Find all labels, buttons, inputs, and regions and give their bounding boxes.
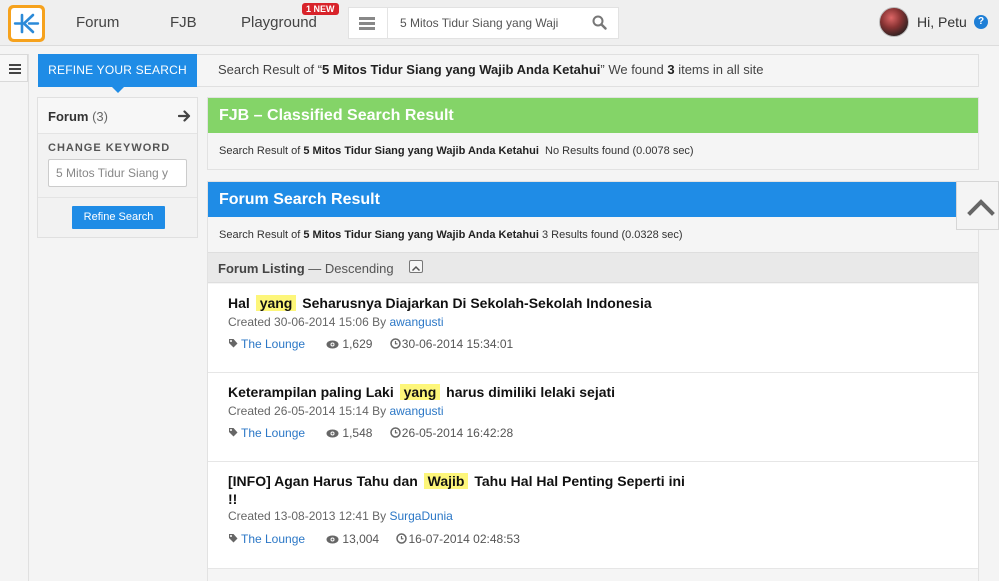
search-summary: Search Result of “5 Mitos Tidur Siang ya…: [218, 62, 763, 77]
kaskus-logo[interactable]: [8, 5, 45, 42]
tag-icon: [229, 534, 238, 543]
fjb-result-status: No Results found (0.0078 sec): [545, 145, 694, 157]
summary-count: 3: [667, 62, 675, 77]
nav-forum[interactable]: Forum: [76, 14, 119, 31]
last-post-time: 30-06-2014 15:34:01: [401, 337, 514, 351]
thread-title[interactable]: [INFO] Agan Harus Tahu dan Wajib Tahu Ha…: [228, 472, 688, 508]
nav-fjb[interactable]: FJB: [170, 14, 197, 31]
created-text: Created 13-08-2013 12:41 By: [228, 509, 390, 523]
forum-filter-label: Forum (3): [48, 109, 108, 124]
thread-created: Created 26-05-2014 15:14 By awangusti: [228, 404, 444, 418]
listing-label: Forum Listing — Descending: [218, 261, 394, 276]
tag-icon: [229, 339, 238, 348]
view-count: 13,004: [342, 532, 380, 546]
listing-title: Forum Listing: [218, 261, 305, 276]
forum-result-prefix: Search Result of: [219, 229, 304, 241]
thread-title[interactable]: Hal yang Seharusnya Diajarkan Di Sekolah…: [228, 294, 688, 312]
refine-search-button[interactable]: Refine Search: [72, 206, 165, 229]
last-post-time: 26-05-2014 16:42:28: [401, 426, 514, 440]
created-text: Created 30-06-2014 15:06 By: [228, 315, 390, 329]
eye-icon: [326, 535, 339, 544]
list-item[interactable]: Keterampilan paling Laki yang harus dimi…: [208, 373, 978, 462]
keyword-highlight: yang: [255, 295, 297, 311]
chevron-up-icon: [967, 199, 995, 216]
refine-search-tab[interactable]: REFINE YOUR SEARCH: [38, 54, 197, 87]
nav-playground[interactable]: Playground: [241, 14, 317, 31]
help-icon[interactable]: ?: [974, 15, 988, 29]
category-link[interactable]: The Lounge: [241, 426, 305, 440]
title-text: [INFO] Agan Harus Tahu dan: [228, 473, 422, 489]
change-keyword-label: CHANGE KEYWORD: [48, 142, 171, 154]
summary-suffix: items in all site: [674, 62, 764, 77]
listing-order: — Descending: [304, 261, 394, 276]
search-input[interactable]: 5 Mitos Tidur Siang yang Waji: [400, 16, 558, 30]
author-link[interactable]: awangusti: [389, 404, 443, 418]
search-divider: [387, 8, 388, 38]
fjb-result-panel: FJB – Classified Search Result Search Re…: [207, 97, 979, 170]
search-icon[interactable]: [592, 15, 607, 30]
thread-title[interactable]: Keterampilan paling Laki yang harus dimi…: [228, 383, 688, 401]
title-text: Hal: [228, 295, 254, 311]
view-count: 1,629: [342, 337, 373, 351]
fjb-result-line: Search Result of 5 Mitos Tidur Siang yan…: [219, 145, 694, 157]
new-badge: 1 NEW: [302, 3, 339, 15]
filter-divider: [38, 197, 197, 198]
top-navbar: Forum FJB Playground 1 NEW 5 Mitos Tidur…: [0, 0, 999, 46]
fjb-result-query: 5 Mitos Tidur Siang yang Wajib Anda Keta…: [303, 145, 539, 157]
title-text: Seharusnya Diajarkan Di Sekolah-Sekolah …: [298, 295, 652, 311]
sidebar-toggle-button[interactable]: [0, 54, 28, 82]
fjb-result-prefix: Search Result of: [219, 145, 304, 157]
last-post-time: 16-07-2014 02:48:53: [408, 532, 520, 546]
sidebar-edge: [28, 54, 29, 581]
fjb-title: FJB – Classified Search Result: [208, 98, 978, 133]
logo-k-icon: [13, 13, 40, 34]
forum-filter-count: (3): [92, 109, 108, 124]
clock-icon: [390, 338, 401, 349]
summary-mid: ” We found: [600, 62, 668, 77]
forum-filter-name: Forum: [48, 109, 89, 124]
clock-icon: [390, 427, 401, 438]
forum-result-line: Search Result of 5 Mitos Tidur Siang yan…: [219, 229, 683, 241]
summary-query: 5 Mitos Tidur Siang yang Wajib Anda Keta…: [322, 62, 601, 77]
forum-filter[interactable]: Forum (3): [38, 98, 197, 134]
thread-created: Created 30-06-2014 15:06 By awangusti: [228, 315, 444, 329]
thread-stats: The Lounge 13,004 16-07-2014 02:48:53: [228, 532, 520, 546]
keyword-highlight: yang: [399, 384, 441, 400]
summary-prefix: Search Result of “: [218, 62, 323, 77]
eye-icon: [326, 429, 339, 438]
user-avatar[interactable]: [879, 7, 909, 37]
thread-stats: The Lounge 1,548 26-05-2014 16:42:28: [228, 426, 513, 440]
user-greeting[interactable]: Hi, Petu: [917, 14, 967, 30]
thread-created: Created 13-08-2013 12:41 By SurgaDunia: [228, 509, 453, 523]
scroll-to-top-button[interactable]: [956, 181, 999, 230]
tab-pointer: [112, 87, 124, 93]
forum-result-panel: Forum Search Result Search Result of 5 M…: [207, 181, 979, 581]
clock-icon: [396, 533, 408, 544]
thread-stats: The Lounge 1,629 30-06-2014 15:34:01: [228, 337, 513, 351]
forum-result-query: 5 Mitos Tidur Siang yang Wajib Anda Keta…: [303, 229, 539, 241]
author-link[interactable]: SurgaDunia: [389, 509, 452, 523]
tag-icon: [229, 428, 238, 437]
hamburger-menu-icon[interactable]: [359, 17, 375, 30]
arrow-right-icon[interactable]: [178, 110, 191, 122]
view-count: 1,548: [342, 426, 373, 440]
category-link[interactable]: The Lounge: [241, 337, 305, 351]
sort-toggle-button[interactable]: [409, 260, 423, 273]
forum-listing-bar: Forum Listing — Descending: [208, 252, 978, 283]
title-text: Keterampilan paling Laki: [228, 384, 398, 400]
eye-icon: [326, 340, 339, 349]
list-item[interactable]: [INFO] Agan Harus Tahu dan Wajib Tahu Ha…: [208, 462, 978, 569]
chevron-up-icon: [411, 265, 421, 272]
author-link[interactable]: awangusti: [389, 315, 443, 329]
search-bar: 5 Mitos Tidur Siang yang Waji: [348, 7, 619, 39]
created-text: Created 26-05-2014 15:14 By: [228, 404, 390, 418]
category-link[interactable]: The Lounge: [241, 532, 305, 546]
keyword-highlight: Wajib: [423, 473, 469, 489]
keyword-input[interactable]: 5 Mitos Tidur Siang y: [48, 159, 187, 187]
forum-title: Forum Search Result: [208, 182, 978, 217]
forum-result-status: 3 Results found (0.0328 sec): [541, 229, 683, 241]
list-item[interactable]: Hal yang Seharusnya Diajarkan Di Sekolah…: [208, 284, 978, 373]
title-text: harus dimiliki lelaki sejati: [442, 384, 616, 400]
filter-panel: Forum (3) CHANGE KEYWORD 5 Mitos Tidur S…: [37, 97, 198, 238]
